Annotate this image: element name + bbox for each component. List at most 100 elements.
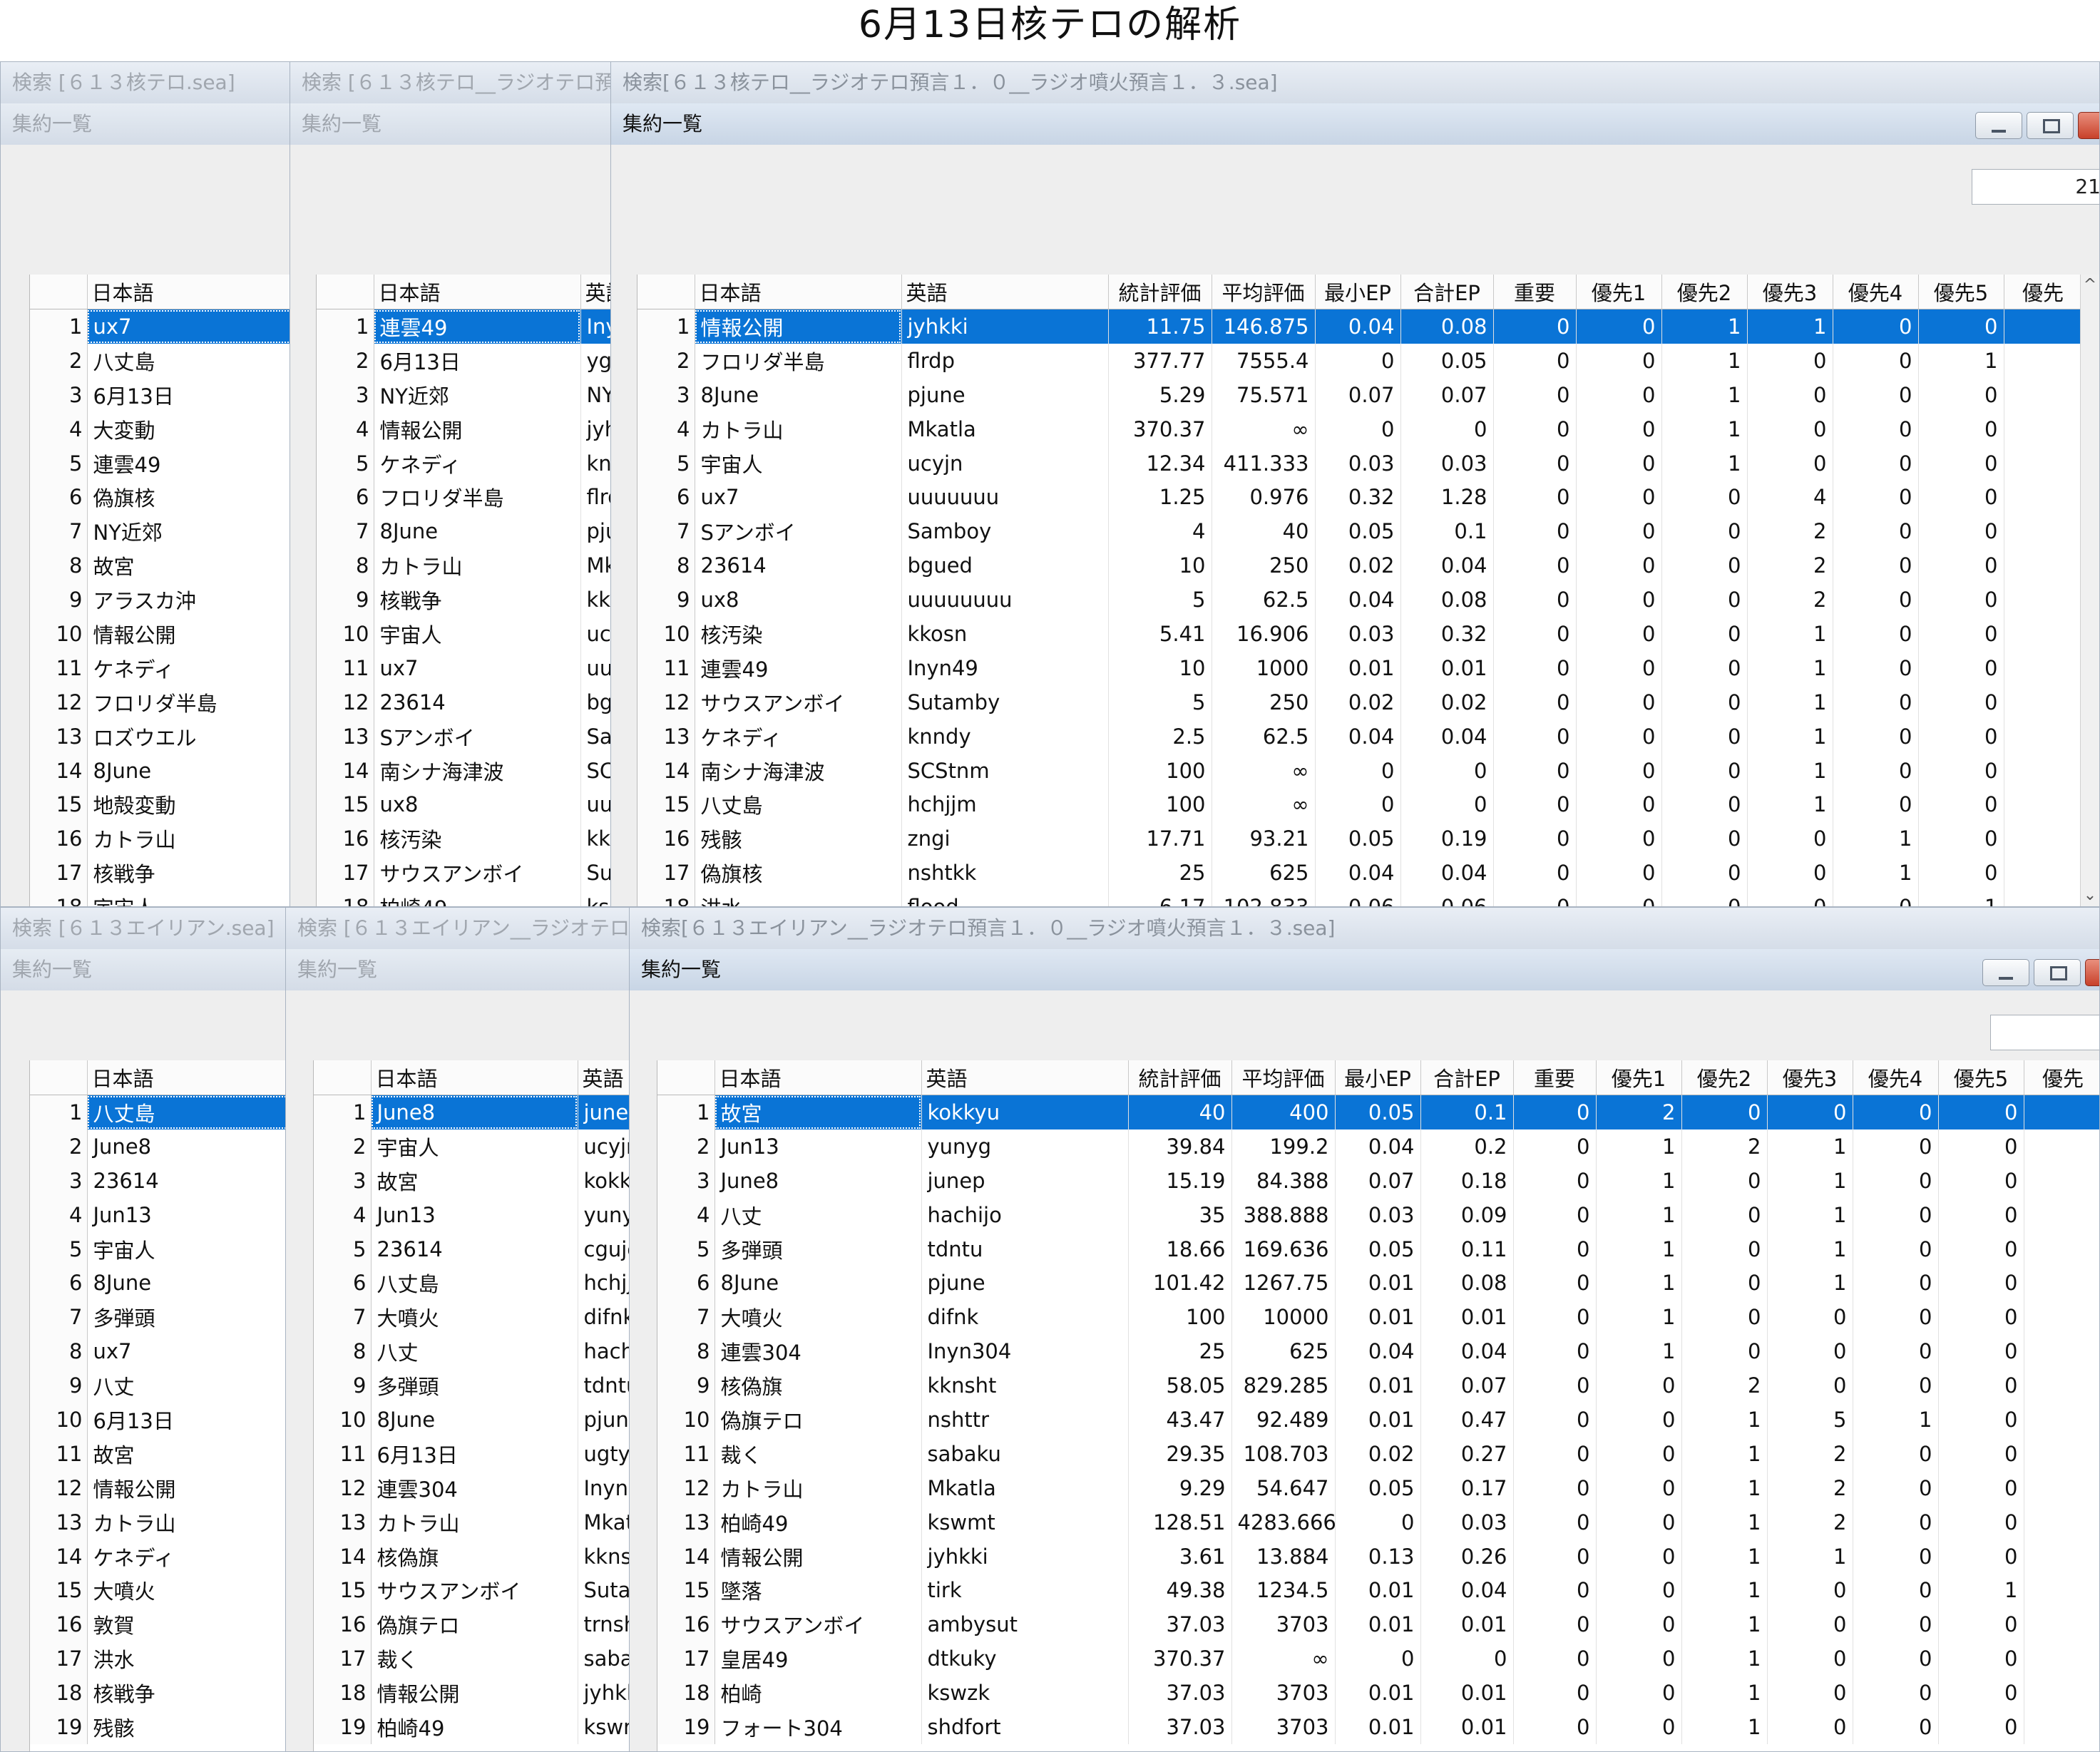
- cell-value[interactable]: 0.01: [1315, 650, 1401, 685]
- table-row[interactable]: 4 カトラ山 Mkatla 370.37 ∞ 0 0 0 0 1 0 0 0: [637, 411, 2083, 446]
- cell-value[interactable]: 0: [1853, 1436, 1939, 1471]
- cell-value[interactable]: [2004, 719, 2083, 754]
- cell-value[interactable]: 1: [1747, 617, 1833, 651]
- cell-english[interactable]: flood: [901, 890, 1109, 906]
- cell-english[interactable]: knndy: [901, 719, 1109, 754]
- cell-value[interactable]: 0: [1938, 1505, 2024, 1540]
- row-number[interactable]: 7: [30, 514, 88, 549]
- cell-english[interactable]: hachijo: [921, 1197, 1129, 1232]
- cell-english[interactable]: saba: [578, 1641, 631, 1676]
- cell-value[interactable]: 29.35: [1128, 1436, 1232, 1471]
- cell-value[interactable]: [2004, 856, 2083, 891]
- row-number[interactable]: 13: [657, 1505, 715, 1540]
- cell-value[interactable]: 0: [1918, 377, 2004, 412]
- cell-japanese[interactable]: ux7: [87, 309, 290, 344]
- table-row[interactable]: 7 多弾頭: [30, 1300, 287, 1335]
- table-row[interactable]: 13 Sアンボイ Sa: [317, 719, 614, 754]
- table-row[interactable]: 19柏崎49kswn: [314, 1710, 631, 1744]
- cell-value[interactable]: 75.571: [1212, 377, 1316, 412]
- cell-value[interactable]: 0: [1596, 1470, 1682, 1505]
- column-header[interactable]: 優先5: [1938, 1060, 2024, 1095]
- row-number[interactable]: 13: [314, 1505, 372, 1540]
- table-row[interactable]: 18宇宙人: [30, 890, 290, 906]
- row-number[interactable]: 4: [30, 1197, 88, 1232]
- table-row[interactable]: 8 故宮: [30, 548, 290, 583]
- cell-english[interactable]: Mkat: [578, 1505, 631, 1540]
- row-number[interactable]: 17: [314, 1641, 372, 1676]
- cell-value[interactable]: 1: [1661, 377, 1748, 412]
- cell-value[interactable]: 0.09: [1420, 1197, 1514, 1232]
- row-number[interactable]: 6: [657, 1266, 715, 1301]
- cell-value[interactable]: 0: [1661, 650, 1748, 685]
- cell-japanese[interactable]: 大噴火: [87, 1573, 287, 1608]
- cell-value[interactable]: [2024, 1539, 2099, 1574]
- cell-value[interactable]: 1: [1661, 343, 1748, 378]
- cell-english[interactable]: SCStnm: [901, 753, 1109, 788]
- search-window-bottom-2[interactable]: 検索 [６１３エイリアン__ラジオテロ預言 集約一覧 日本語英語1June8ju…: [285, 907, 632, 1752]
- row-number[interactable]: 11: [637, 650, 695, 685]
- table-row[interactable]: 2 フロリダ半島 flrdp 377.77 7555.4 0 0.05 0 0 1 0 0 1: [637, 343, 2083, 378]
- cell-english[interactable]: ks: [580, 890, 614, 906]
- table-row[interactable]: 18柏崎49ks: [317, 890, 614, 906]
- cell-value[interactable]: 0: [1833, 719, 1919, 754]
- cell-japanese[interactable]: June8: [714, 1163, 922, 1198]
- cell-value[interactable]: 0.07: [1315, 377, 1401, 412]
- cell-value[interactable]: 2: [1767, 1470, 1853, 1505]
- row-number[interactable]: 14: [30, 753, 88, 788]
- row-number[interactable]: 13: [30, 1505, 88, 1540]
- column-header[interactable]: 日本語: [374, 275, 581, 309]
- table-row[interactable]: 10 6月13日: [30, 1403, 287, 1437]
- row-number[interactable]: 5: [637, 446, 695, 481]
- cell-japanese[interactable]: 情報公開: [87, 1470, 287, 1505]
- cell-english[interactable]: uuuuuuu: [901, 480, 1109, 515]
- cell-japanese[interactable]: 核偽旗: [714, 1368, 922, 1403]
- cell-value[interactable]: [2004, 583, 2083, 618]
- cell-value[interactable]: 0: [1681, 1163, 1768, 1198]
- cell-japanese[interactable]: 8June: [714, 1266, 922, 1301]
- cell-value[interactable]: 0: [1513, 1470, 1597, 1505]
- cell-english[interactable]: Iny: [580, 309, 614, 344]
- table-row[interactable]: 12連雲304Inyn3: [314, 1470, 631, 1505]
- cell-value[interactable]: 0: [1918, 719, 2004, 754]
- table-row[interactable]: 9多弾頭tdntu: [314, 1368, 631, 1403]
- cell-value[interactable]: 2: [1767, 1505, 1853, 1540]
- cell-value[interactable]: 5: [1108, 583, 1212, 618]
- cell-japanese[interactable]: 柏崎49: [714, 1505, 922, 1540]
- cell-value[interactable]: 0: [1767, 1607, 1853, 1642]
- cell-value[interactable]: 0: [1493, 514, 1577, 549]
- cell-value[interactable]: 0.04: [1315, 719, 1401, 754]
- cell-value[interactable]: 0: [1938, 1231, 2024, 1266]
- cell-value[interactable]: 0: [1853, 1334, 1939, 1369]
- cell-value[interactable]: 0.03: [1315, 446, 1401, 481]
- cell-value[interactable]: 0: [1747, 343, 1833, 378]
- cell-english[interactable]: cgujc: [578, 1231, 631, 1266]
- cell-value[interactable]: 0.01: [1400, 650, 1494, 685]
- row-number[interactable]: 2: [30, 1129, 88, 1164]
- cell-japanese[interactable]: 多弾頭: [87, 1300, 287, 1335]
- row-number[interactable]: 11: [30, 1436, 88, 1471]
- cell-value[interactable]: 0: [1767, 1334, 1853, 1369]
- search-input[interactable]: 21: [1972, 169, 2099, 205]
- cell-value[interactable]: 0: [1576, 753, 1662, 788]
- cell-value[interactable]: 2: [1747, 548, 1833, 583]
- cell-value[interactable]: 1: [1681, 1470, 1768, 1505]
- cell-japanese[interactable]: 八丈島: [695, 787, 902, 822]
- cell-value[interactable]: ∞: [1212, 753, 1316, 788]
- cell-value[interactable]: 3703: [1231, 1607, 1336, 1642]
- cell-japanese[interactable]: 6月13日: [87, 1403, 287, 1437]
- cell-english[interactable]: nshttr: [921, 1403, 1129, 1437]
- cell-english[interactable]: Samboy: [901, 514, 1109, 549]
- column-header[interactable]: 平均評価: [1231, 1060, 1336, 1095]
- cell-value[interactable]: 0.04: [1400, 719, 1494, 754]
- cell-value[interactable]: 0: [1576, 309, 1662, 344]
- row-number[interactable]: 4: [30, 411, 88, 446]
- cell-value[interactable]: 1: [1747, 685, 1833, 719]
- cell-japanese[interactable]: ケネディ: [87, 1539, 287, 1574]
- cell-value[interactable]: 0: [1513, 1676, 1597, 1711]
- cell-english[interactable]: Sutamby: [901, 685, 1109, 719]
- cell-value[interactable]: 0: [1853, 1641, 1939, 1676]
- row-number[interactable]: 7: [30, 1300, 88, 1335]
- table-row[interactable]: 6 8June: [30, 1266, 287, 1301]
- cell-value[interactable]: 0: [1513, 1266, 1597, 1301]
- cell-value[interactable]: 0: [1513, 1129, 1597, 1164]
